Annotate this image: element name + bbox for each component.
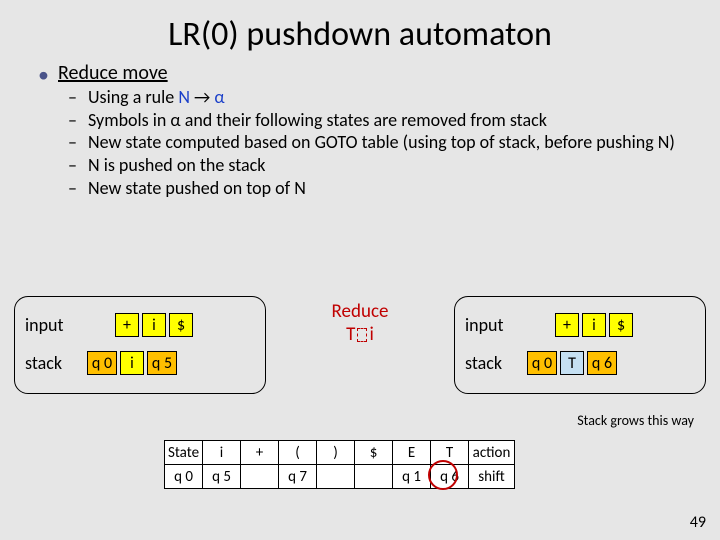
- left-input-cells: + i $: [115, 313, 193, 337]
- cell: T: [560, 351, 584, 375]
- td-state: q 0: [165, 465, 203, 489]
- th-dollar: $: [355, 441, 393, 465]
- rule-arrow: →: [190, 86, 214, 108]
- sub-bullet-rule-prefix: Using a rule: [88, 86, 178, 108]
- left-input-row: input + i $: [25, 313, 255, 337]
- page-number: 49: [690, 513, 706, 532]
- th-E: E: [393, 441, 431, 465]
- reduce-rule: Ti: [285, 323, 435, 346]
- cell: q 0: [87, 351, 117, 375]
- th-state: State: [165, 441, 203, 465]
- th-T: T: [431, 441, 469, 465]
- sub-bullet-rule: Using a rule N → α: [88, 87, 696, 108]
- cell: q 5: [147, 351, 177, 375]
- td-plus: [241, 465, 279, 489]
- sub-bullet-5: New state pushed on top of N: [88, 178, 696, 199]
- bullet-reduce-move-text: Reduce move: [58, 61, 168, 85]
- th-plus: +: [241, 441, 279, 465]
- cell: q 6: [587, 351, 617, 375]
- rule-lhs: N: [178, 86, 190, 108]
- right-input-row: input + i $: [465, 313, 695, 337]
- td-T: q 6: [431, 465, 469, 489]
- sub-bullet-4: N is pushed on the stack: [88, 155, 696, 176]
- slide: LR(0) pushdown automaton Reduce move Usi…: [0, 0, 720, 540]
- dashed-box-icon: [357, 328, 367, 342]
- rule-rhs: α: [214, 86, 224, 108]
- center-reduce: Reduce Ti: [285, 296, 435, 346]
- right-stack-cells: q 0 T q 6: [527, 351, 617, 375]
- reduce-rhs: i: [369, 323, 373, 346]
- cell: +: [555, 313, 579, 337]
- right-input-label: input: [465, 314, 519, 336]
- th-lparen: (: [279, 441, 317, 465]
- table-row: q 0 q 5 q 7 q 1 q 6 shift: [165, 465, 515, 489]
- parse-table: State i + ( ) $ E T action q 0 q 5 q 7 q…: [164, 440, 515, 489]
- sub-bullet-2: Symbols in α and their following states …: [88, 110, 696, 131]
- panels-row: input + i $ stack q 0 i q 5 Reduce Ti: [14, 296, 706, 394]
- bullet-reduce-move: Reduce move Using a rule N → α Symbols i…: [58, 61, 696, 198]
- left-stack-label: stack: [25, 352, 79, 374]
- cell: $: [609, 313, 633, 337]
- parse-table-grid: State i + ( ) $ E T action q 0 q 5 q 7 q…: [164, 440, 515, 489]
- stack-grows-note: Stack grows this way: [577, 412, 694, 429]
- table-header-row: State i + ( ) $ E T action: [165, 441, 515, 465]
- td-lparen: q 7: [279, 465, 317, 489]
- td-rparen: [317, 465, 355, 489]
- sub-bullet-list: Using a rule N → α Symbols in α and thei…: [58, 87, 696, 198]
- left-panel: input + i $ stack q 0 i q 5: [14, 296, 266, 394]
- reduce-lhs: T: [346, 323, 355, 346]
- sub-bullet-3: New state computed based on GOTO table (…: [88, 132, 696, 153]
- cell: +: [115, 313, 139, 337]
- cell: i: [582, 313, 606, 337]
- td-i: q 5: [203, 465, 241, 489]
- td-dollar: [355, 465, 393, 489]
- th-rparen: ): [317, 441, 355, 465]
- right-stack-label: stack: [465, 352, 519, 374]
- right-input-cells: + i $: [555, 313, 633, 337]
- cell: q 0: [527, 351, 557, 375]
- bullet-list: Reduce move Using a rule N → α Symbols i…: [24, 61, 696, 198]
- right-panel: input + i $ stack q 0 T q 6: [454, 296, 706, 394]
- reduce-label: Reduce: [285, 300, 435, 323]
- left-stack-row: stack q 0 i q 5: [25, 351, 255, 375]
- left-input-label: input: [25, 314, 79, 336]
- cell: i: [142, 313, 166, 337]
- td-action: shift: [469, 465, 515, 489]
- page-title: LR(0) pushdown automaton: [24, 14, 696, 55]
- th-action: action: [469, 441, 515, 465]
- cell: $: [169, 313, 193, 337]
- left-stack-cells: q 0 i q 5: [87, 351, 177, 375]
- cell: i: [120, 351, 144, 375]
- right-stack-row: stack q 0 T q 6: [465, 351, 695, 375]
- td-E: q 1: [393, 465, 431, 489]
- th-i: i: [203, 441, 241, 465]
